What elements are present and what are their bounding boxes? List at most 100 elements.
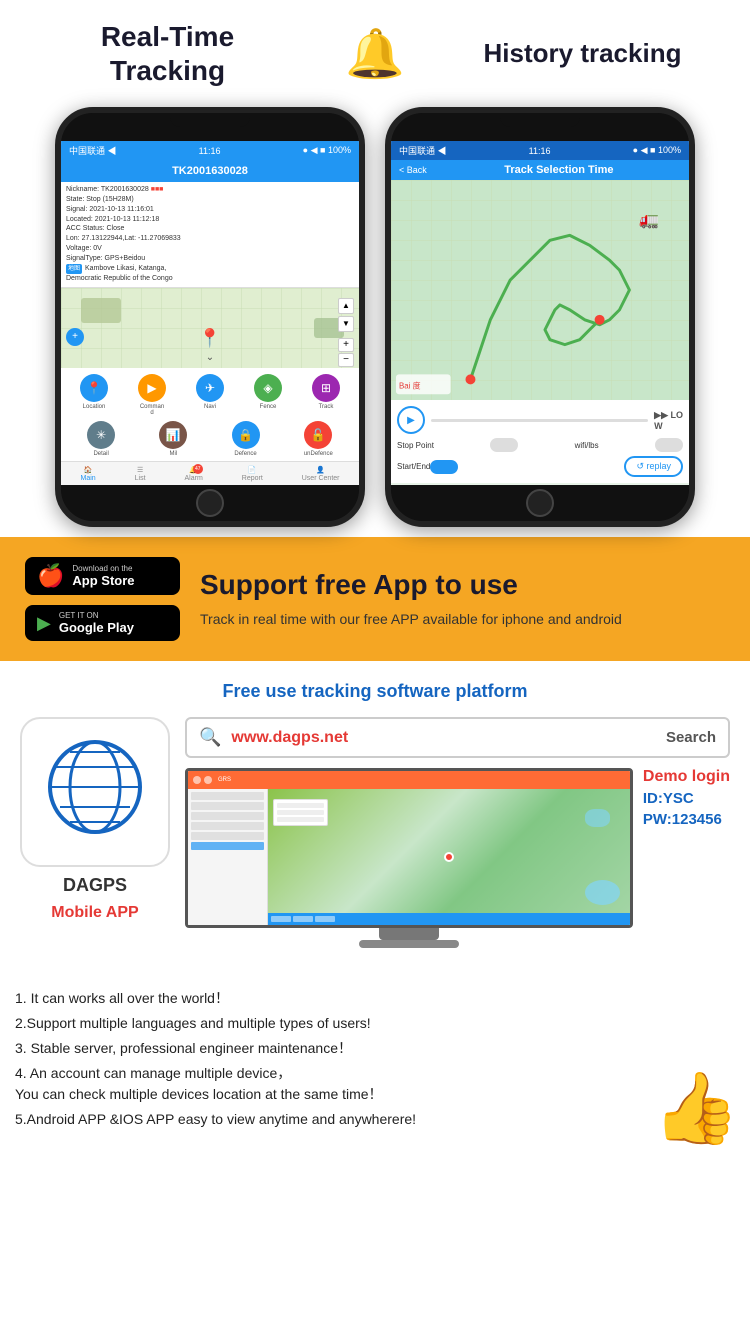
- features-list: 1. It can works all over the world！ 2.Su…: [15, 988, 735, 1130]
- demo-login-box: Demo login ID:YSC PW:123456: [643, 768, 730, 828]
- left-status-bar: 中国联通 ◀ 11:16 ● ◀ ■ 100%: [61, 141, 359, 160]
- track-circle: ⊞: [312, 374, 340, 402]
- monitor-sidebar: [188, 789, 268, 925]
- action-track[interactable]: ⊞ Track: [312, 374, 340, 416]
- expand-btn[interactable]: ⌄: [206, 352, 214, 363]
- start-end-row: Start/End ↺ replay: [397, 456, 683, 477]
- demo-login-title: Demo login: [643, 768, 730, 786]
- middle-section: 🍎 Download on the App Store ▶ GET IT ON …: [0, 537, 750, 661]
- right-home-button[interactable]: [526, 489, 554, 517]
- feature-5: 5.Android APP &IOS APP easy to view anyt…: [15, 1109, 735, 1130]
- right-nav-bar: < Back Track Selection Time: [391, 160, 689, 180]
- nav-down[interactable]: ▼: [338, 316, 354, 332]
- info-panel: Nickname: TK2001630028 ■■■ State: Stop (…: [61, 182, 359, 288]
- fence-label: Fence: [260, 404, 277, 410]
- feature-4: 4. An account can manage multiple device…: [15, 1063, 735, 1105]
- play-button[interactable]: ▶: [397, 406, 425, 434]
- search-bar: 🔍 www.dagps.net Search: [185, 717, 730, 758]
- map-nav: ▲ ▼: [338, 298, 354, 332]
- device-id: TK2001630028: [172, 165, 248, 177]
- platform-title: Free use tracking software platform: [20, 681, 730, 702]
- thumbs-up-icon: 👍: [653, 1068, 740, 1150]
- replay-btn[interactable]: ↺ replay: [624, 456, 683, 477]
- defence-circle: 🔒: [232, 421, 260, 449]
- tab-user[interactable]: 👤 User Center: [302, 466, 340, 482]
- command-label: Command: [140, 404, 164, 416]
- zoom-out[interactable]: −: [338, 353, 354, 367]
- left-phone-screen: 中国联通 ◀ 11:16 ● ◀ ■ 100% TK2001630028 Nic…: [61, 141, 359, 485]
- detail-circle: ✳: [87, 421, 115, 449]
- right-phone: 中国联通 ◀ 11:16 ● ◀ ■ 100% < Back Track Sel…: [385, 107, 695, 527]
- location-dot: [444, 852, 454, 862]
- app-name: DAGPS: [63, 875, 127, 896]
- nav-up[interactable]: ▲: [338, 298, 354, 314]
- info-line-5: ACC Status: Close: [66, 224, 354, 234]
- info-line-2: State: Stop (15H28M): [66, 195, 354, 205]
- action-row-1: 📍 Location ▶ Command ✈ Navi ◈ Fence: [61, 368, 359, 419]
- water-body: [585, 880, 620, 905]
- tab-report-icon: 📄: [248, 466, 257, 474]
- action-mil[interactable]: 📊 Mil: [159, 421, 187, 457]
- right-phone-notch: [500, 113, 580, 127]
- sidebar-item: [191, 802, 264, 810]
- right-battery: ● ◀ ■ 100%: [633, 145, 681, 156]
- info-line-9: 地图 Kambove Likasi, Katanga,: [66, 264, 354, 274]
- store-badges: 🍎 Download on the App Store ▶ GET IT ON …: [25, 557, 180, 641]
- monitor-content: [188, 789, 630, 925]
- location-label: Location: [83, 404, 106, 410]
- zoom-in[interactable]: +: [338, 338, 354, 352]
- action-fence[interactable]: ◈ Fence: [254, 374, 282, 416]
- app-logo: [20, 717, 170, 867]
- history-title: History tracking: [425, 38, 740, 69]
- info-line-10: Democratic Republic of the Congo: [66, 274, 354, 284]
- bottom-section: Free use tracking software platform: [0, 661, 750, 978]
- info-line-3: Signal: 2021-10-13 11:16:01: [66, 205, 354, 215]
- tab-alarm[interactable]: 🔔 47 Alarm: [185, 466, 203, 482]
- bell-icon: 🔔: [345, 25, 405, 82]
- tab-user-icon: 👤: [316, 466, 325, 474]
- progress-bar: [431, 419, 648, 422]
- app-store-badge[interactable]: 🍎 Download on the App Store: [25, 557, 180, 595]
- back-btn[interactable]: < Back: [399, 165, 427, 175]
- water-body-2: [585, 809, 610, 827]
- action-navi[interactable]: ✈ Navi: [196, 374, 224, 416]
- undefence-label: unDefence: [304, 451, 333, 457]
- google-play-badge[interactable]: ▶ GET IT ON Google Play: [25, 605, 180, 641]
- map-pin: 📍: [199, 328, 221, 349]
- app-store-main: App Store: [72, 573, 134, 588]
- stop-point-toggle[interactable]: [490, 438, 518, 452]
- feature-3: 3. Stable server, professional engineer …: [15, 1038, 735, 1059]
- undefence-circle: 🔓: [304, 421, 332, 449]
- tab-list[interactable]: ☰ List: [135, 466, 146, 482]
- support-title: Support free App to use: [200, 569, 725, 601]
- app-logo-container: DAGPS Mobile APP: [20, 717, 170, 922]
- app-store-text: Download on the App Store: [72, 564, 134, 588]
- toolbar-dot-1: [193, 776, 201, 784]
- tab-main-icon: 🏠: [84, 466, 93, 474]
- start-end-toggle[interactable]: [430, 460, 458, 474]
- support-desc: Track in real time with our free APP ava…: [200, 609, 725, 630]
- right-time: 11:16: [529, 146, 551, 156]
- right-phone-bottom: [391, 485, 689, 521]
- sidebar-item: [191, 812, 264, 820]
- action-undefence[interactable]: 🔓 unDefence: [304, 421, 333, 457]
- tab-report[interactable]: 📄 Report: [242, 466, 263, 482]
- defence-label: Defence: [234, 451, 256, 457]
- action-defence[interactable]: 🔒 Defence: [232, 421, 260, 457]
- action-location[interactable]: 📍 Location: [80, 374, 108, 416]
- left-home-button[interactable]: [196, 489, 224, 517]
- left-phone-top: [61, 113, 359, 141]
- app-store-sub: Download on the: [72, 564, 134, 573]
- action-row-2: ✳ Detail 📊 Mil 🔒 Defence 🔓 unDefence: [61, 419, 359, 461]
- action-command[interactable]: ▶ Command: [138, 374, 166, 416]
- left-map: 📍 ▲ ▼ + − + ⌄: [61, 288, 359, 368]
- right-phone-screen: 中国联通 ◀ 11:16 ● ◀ ■ 100% < Back Track Sel…: [391, 141, 689, 485]
- detail-label: Detail: [93, 451, 108, 457]
- location-btn[interactable]: +: [66, 328, 84, 346]
- bar-item: [315, 916, 335, 922]
- right-title: Track Selection Time: [437, 164, 681, 176]
- tab-main[interactable]: 🏠 Main: [80, 466, 95, 482]
- wifi-toggle[interactable]: [655, 438, 683, 452]
- action-detail[interactable]: ✳ Detail: [87, 421, 115, 457]
- search-button[interactable]: Search: [666, 729, 716, 746]
